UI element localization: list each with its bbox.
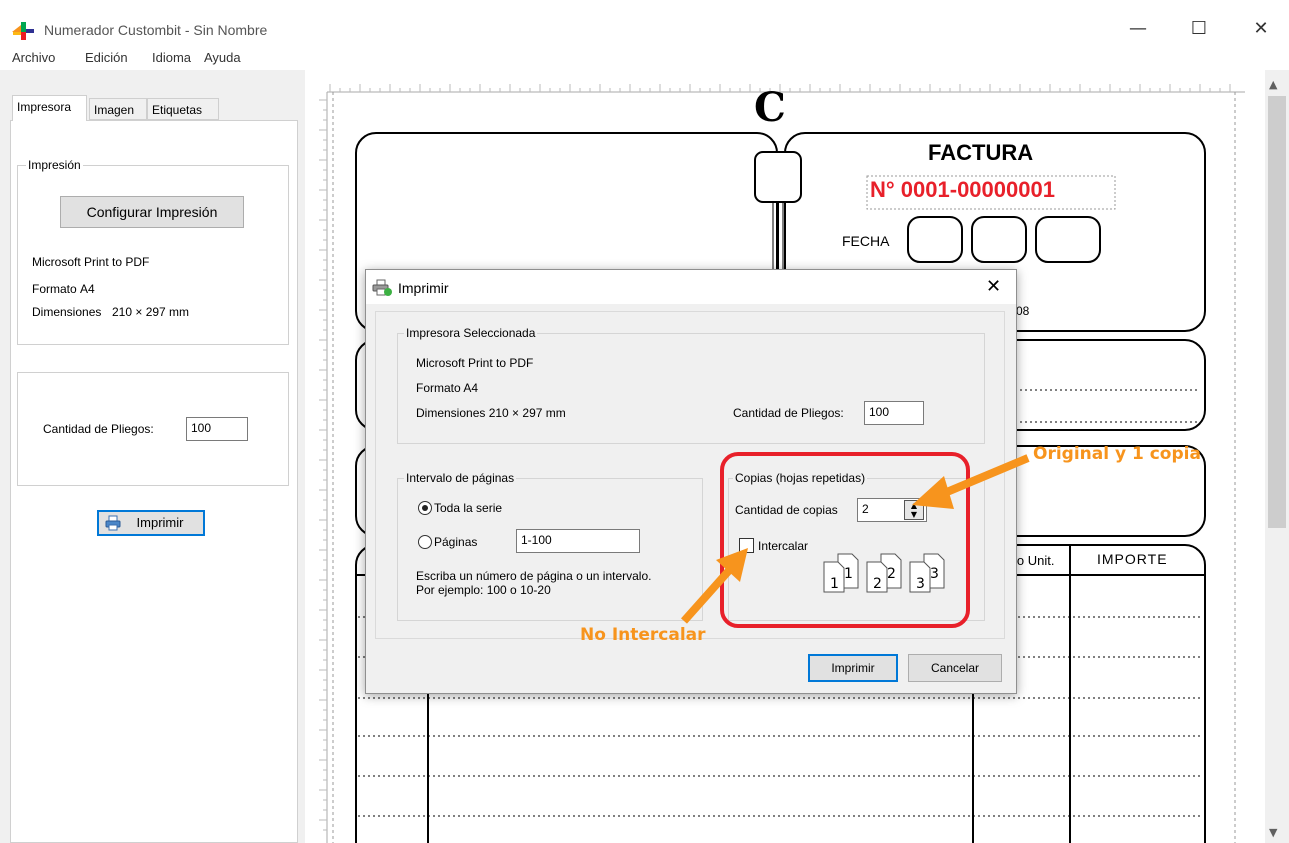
annotation-no-intercalar: No Intercalar (580, 625, 706, 645)
annotation-original-copia: Original y 1 copia (1033, 444, 1201, 464)
annotation-overlay (681, 452, 1030, 628)
